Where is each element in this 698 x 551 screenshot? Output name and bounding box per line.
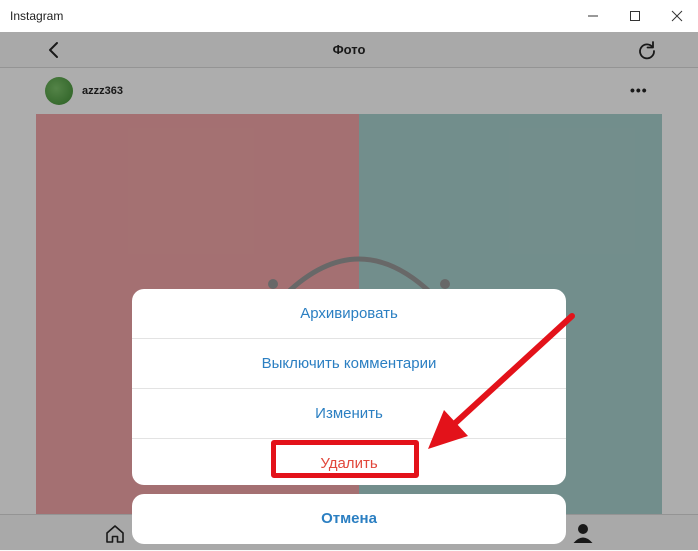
minimize-button[interactable]	[570, 0, 616, 32]
window-titlebar: Instagram	[0, 0, 698, 33]
window-title: Instagram	[10, 9, 64, 23]
maximize-button[interactable]	[612, 0, 658, 32]
close-icon	[671, 10, 683, 22]
annotation-highlight-box	[271, 440, 419, 478]
maximize-icon	[630, 11, 640, 21]
disable-comments-button[interactable]: Выключить комментарии	[132, 339, 566, 389]
archive-button[interactable]: Архивировать	[132, 289, 566, 339]
edit-button[interactable]: Изменить	[132, 389, 566, 439]
minimize-icon	[588, 15, 598, 17]
close-button[interactable]	[654, 0, 698, 32]
cancel-button[interactable]: Отмена	[132, 494, 566, 544]
